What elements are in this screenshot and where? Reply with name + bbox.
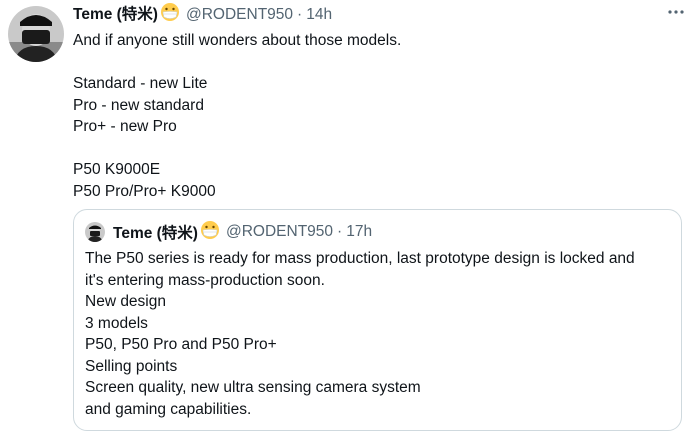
tweet-text: And if anyone still wonders about those … <box>73 30 687 202</box>
quoted-text-line: Screen quality, new ultra sensing camera… <box>85 379 421 396</box>
quoted-text-line: Selling points <box>85 357 178 375</box>
header-separator: · <box>297 6 303 23</box>
user-handle[interactable]: @RODENT950 <box>186 4 293 26</box>
user-avatar-icon[interactable] <box>8 6 64 62</box>
quoted-tweet-header: Teme (特米) @RODENT950 · 17h <box>85 220 372 244</box>
mask-face-emoji-icon <box>160 2 180 29</box>
quoted-text-line: 3 models <box>85 314 148 332</box>
quoted-user-handle: @RODENT950 <box>225 223 334 240</box>
tweet: Teme (特米) @RODENT950 · 14h And if anyone… <box>0 0 695 435</box>
tweet-text-line: P50 K9000E <box>73 161 161 178</box>
quoted-tweet-text: The P50 series is ready for mass product… <box>85 248 671 420</box>
tweet-header: Teme (特米) @RODENT950 · 14h <box>73 2 687 29</box>
tweet-text-line <box>73 52 687 74</box>
quoted-text-line: The P50 series is ready for mass product… <box>85 250 635 267</box>
tweet-timestamp[interactable]: 14h <box>306 4 332 26</box>
tweet-text-line: P50 Pro/Pro+ K9000 <box>73 182 216 200</box>
quoted-text-line: and gaming capabilities. <box>85 400 252 418</box>
tweet-text-line: Pro - new standard <box>73 96 204 114</box>
display-name[interactable]: Teme (特米) <box>73 4 158 26</box>
quoted-text-line: P50, P50 Pro and P50 Pro+ <box>85 336 277 353</box>
quoted-text-line: New design <box>85 293 166 310</box>
quoted-tweet-timestamp: 17h <box>346 223 373 240</box>
quoted-header-separator: · <box>337 223 343 240</box>
quoted-display-name: Teme (特米) <box>113 225 198 242</box>
tweet-text-line: Standard - new Lite <box>73 75 208 92</box>
tweet-text-line: And if anyone still wonders about those … <box>73 32 402 49</box>
mask-face-emoji-icon <box>200 220 220 245</box>
quoted-user-avatar-icon <box>85 222 105 242</box>
quoted-text-line: it's entering mass-production soon. <box>85 271 325 289</box>
tweet-text-line: Pro+ - new Pro <box>73 118 177 135</box>
tweet-body: Teme (特米) @RODENT950 · 14h And if anyone… <box>73 2 687 202</box>
quoted-tweet[interactable]: Teme (特米) @RODENT950 · 17h The P50 serie… <box>73 209 682 431</box>
more-options-icon[interactable] <box>665 4 687 20</box>
tweet-text-line <box>73 138 687 160</box>
